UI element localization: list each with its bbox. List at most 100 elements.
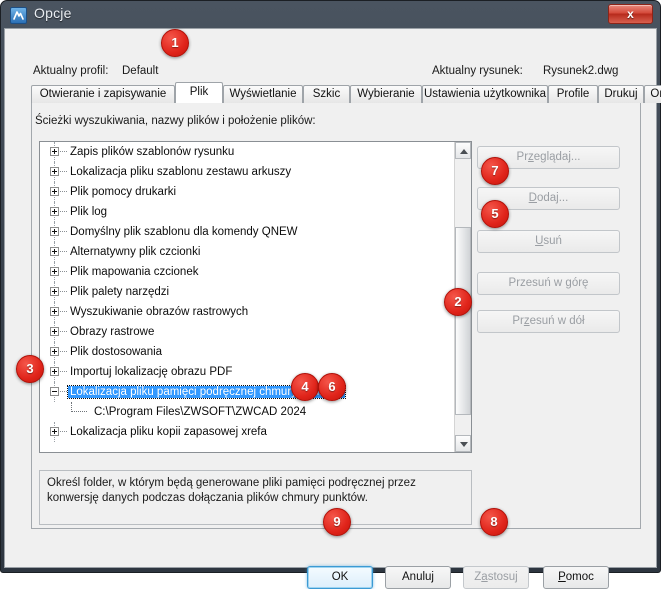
- tree-item-label: Wyszukiwanie obrazów rastrowych: [70, 306, 249, 318]
- current-drawing-value: Rysunek2.dwg: [543, 65, 619, 77]
- dialog-body: Aktualny profil: Default Aktualny rysune…: [4, 28, 661, 589]
- expand-plus-icon[interactable]: [50, 327, 59, 336]
- tree-item-label: Lokalizacja pliku szablonu zestawu arkus…: [70, 166, 292, 178]
- tree-item-label: Zapis plików szablonów rysunku: [70, 146, 235, 158]
- callout-badge-4: 4: [291, 373, 319, 401]
- tree-item[interactable]: Lokalizacja pliku kopii zapasowej xrefa: [40, 422, 454, 442]
- tree-item[interactable]: Alternatywny plik czcionki: [40, 242, 454, 262]
- tree-item-label: Plik mapowania czcionek: [70, 266, 199, 278]
- callout-badge-2: 2: [444, 288, 472, 316]
- description-box: Określ folder, w którym będą generowane …: [39, 470, 472, 525]
- tree-dotted-connector: [60, 231, 67, 233]
- tab-4[interactable]: Wybieranie: [350, 85, 422, 103]
- tab-8[interactable]: Online: [644, 85, 661, 103]
- tree-item-label: Plik dostosowania: [70, 346, 163, 358]
- tree-dotted-connector: [60, 171, 67, 173]
- tree-scroll-viewport: Zapis plików szablonów rysunku Lokalizacj…: [40, 142, 454, 452]
- tree-item-label: Plik palety narzędzi: [70, 286, 170, 298]
- window-title: Opcje: [34, 5, 72, 21]
- zwcad-app-icon: [10, 7, 27, 24]
- current-profile-label: Aktualny profil:: [33, 65, 109, 77]
- tree-item[interactable]: Lokalizacja pliku szablonu zestawu arkus…: [40, 162, 454, 182]
- expand-plus-icon[interactable]: [50, 427, 59, 436]
- dialog-button-pomoc[interactable]: Pomoc: [543, 566, 609, 589]
- tab-6[interactable]: Profile: [548, 85, 598, 103]
- tab-strip: Otwieranie i zapisywanie Plik Wyświetlanie…: [31, 82, 661, 103]
- collapse-minus-icon[interactable]: [50, 387, 59, 396]
- tree-item-label: Domyślny plik szablonu dla komendy QNEW: [70, 226, 298, 238]
- side-button-label: Dodaj...: [528, 192, 569, 204]
- tree-dotted-connector: [60, 291, 67, 293]
- tab-1[interactable]: Plik: [175, 82, 223, 103]
- tree-item-label: Alternatywny plik czcionki: [70, 246, 201, 258]
- tree-item[interactable]: Domyślny plik szablonu dla komendy QNEW: [40, 222, 454, 242]
- tree-dotted-connector: [60, 371, 67, 373]
- side-button-3: Przesuń w górę: [477, 272, 620, 295]
- side-button-label: Przesuń w dół: [512, 315, 585, 327]
- tree-item-label: Plik log: [70, 206, 108, 218]
- scroll-up-icon[interactable]: [455, 142, 471, 159]
- expand-plus-icon[interactable]: [50, 227, 59, 236]
- callout-badge-1: 1: [161, 29, 189, 57]
- tree-item[interactable]: Zapis plików szablonów rysunku: [40, 142, 454, 162]
- tree-item-label: Obrazy rastrowe: [70, 326, 155, 338]
- callout-badge-9: 9: [323, 508, 351, 536]
- tree-item-label: C:\Program Files\ZWSOFT\ZWCAD 2024: [94, 406, 307, 418]
- side-button-label: Przeglądaj...: [516, 151, 581, 163]
- tab-3[interactable]: Szkic: [303, 85, 350, 103]
- callout-badge-7: 7: [481, 157, 509, 185]
- tree-dotted-connector: [60, 251, 67, 253]
- dialog-button-ok[interactable]: OK: [307, 566, 373, 589]
- expand-plus-icon[interactable]: [50, 267, 59, 276]
- tree-item[interactable]: Obrazy rastrowe: [40, 322, 454, 342]
- tree-item[interactable]: C:\Program Files\ZWSOFT\ZWCAD 2024: [40, 402, 454, 422]
- tree-dotted-connector: [60, 331, 67, 333]
- tree-dotted-connector: [60, 211, 67, 213]
- tab-7[interactable]: Drukuj: [598, 85, 644, 103]
- side-button-label: Przesuń w górę: [508, 277, 589, 289]
- callout-badge-5: 5: [481, 200, 509, 228]
- title-bar: Opcje x: [1, 1, 660, 29]
- current-profile-value: Default: [122, 65, 159, 77]
- expand-plus-icon[interactable]: [50, 147, 59, 156]
- expand-plus-icon[interactable]: [50, 207, 59, 216]
- tree-dotted-connector: [60, 311, 67, 313]
- callout-badge-8: 8: [480, 508, 508, 536]
- tree-dotted-connector: [60, 191, 67, 193]
- expand-plus-icon[interactable]: [50, 247, 59, 256]
- file-paths-tree[interactable]: Zapis plików szablonów rysunku Lokalizacj…: [39, 141, 472, 453]
- tab-2[interactable]: Wyświetlanie: [223, 85, 303, 103]
- dialog-button-zastosuj: Zastosuj: [463, 566, 529, 589]
- side-button-label: Usuń: [535, 235, 562, 247]
- expand-plus-icon[interactable]: [50, 167, 59, 176]
- dialog-button-anuluj[interactable]: Anuluj: [385, 566, 451, 589]
- close-button-label: x: [627, 7, 634, 21]
- scrollbar-thumb[interactable]: [455, 227, 471, 415]
- tree-item[interactable]: Importuj lokalizację obrazu PDF: [40, 362, 454, 382]
- expand-plus-icon[interactable]: [50, 187, 59, 196]
- scroll-down-icon[interactable]: [455, 435, 471, 452]
- options-dialog-window: Opcje x Aktualny profil: Default Aktualn…: [0, 0, 661, 589]
- expand-plus-icon[interactable]: [50, 287, 59, 296]
- tree-dotted-connector: [60, 431, 67, 433]
- tree-item[interactable]: Plik log: [40, 202, 454, 222]
- tree-item-selected[interactable]: Lokalizacja pliku pamięci podręcznej chm…: [40, 382, 454, 402]
- tree-dotted-connector: [60, 271, 67, 273]
- expand-plus-icon[interactable]: [50, 307, 59, 316]
- expand-plus-icon[interactable]: [50, 347, 59, 356]
- tree-dotted-connector: [60, 151, 67, 153]
- tree-item[interactable]: Plik dostosowania: [40, 342, 454, 362]
- tree-item[interactable]: Plik mapowania czcionek: [40, 262, 454, 282]
- tree-item[interactable]: Plik pomocy drukarki: [40, 182, 454, 202]
- callout-badge-6: 6: [318, 373, 346, 401]
- tree-dotted-connector: [60, 351, 67, 353]
- tab-0[interactable]: Otwieranie i zapisywanie: [31, 85, 175, 103]
- tab-5[interactable]: Ustawienia użytkownika: [422, 85, 548, 103]
- tree-item[interactable]: Wyszukiwanie obrazów rastrowych: [40, 302, 454, 322]
- tree-item[interactable]: Plik palety narzędzi: [40, 282, 454, 302]
- tree-dotted-connector: [60, 391, 67, 393]
- expand-plus-icon[interactable]: [50, 367, 59, 376]
- close-icon[interactable]: x: [608, 4, 653, 24]
- tree-child-connector: [71, 411, 87, 413]
- paths-group-label: Ścieżki wyszukiwania, nazwy plików i poł…: [35, 115, 316, 127]
